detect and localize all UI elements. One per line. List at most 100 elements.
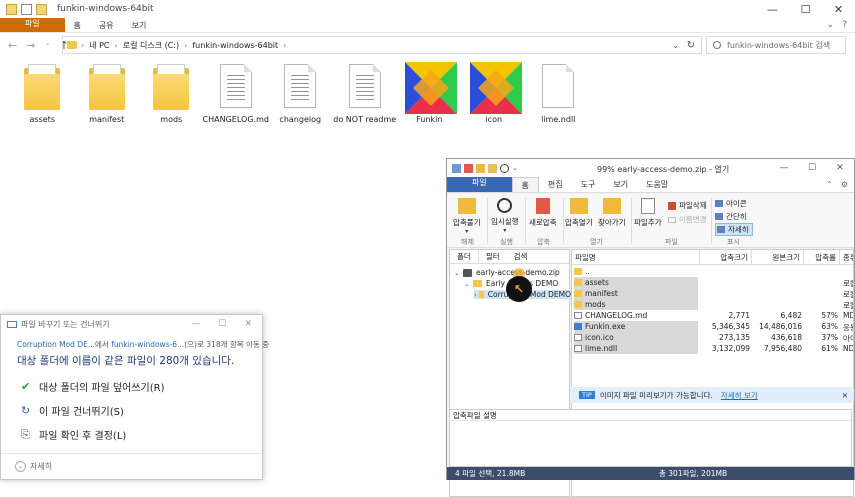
maximize-button[interactable]: ☐ — [789, 0, 822, 18]
file-item[interactable]: manifest — [75, 60, 140, 124]
breadcrumb-current-folder[interactable]: funkin-windows-64bit — [192, 41, 278, 50]
column-header-type[interactable]: 종류 — [840, 250, 853, 264]
delete-file-button[interactable]: 파일삭제 — [668, 200, 707, 211]
file-name: mods — [585, 300, 606, 309]
button-label: 임시실행 — [491, 217, 519, 226]
recent-dropdown-icon[interactable]: ⌄ — [44, 39, 50, 52]
file-row[interactable]: CHANGELOG.md — [574, 310, 698, 321]
minimize-button[interactable]: — — [191, 319, 200, 329]
close-button[interactable]: ✕ — [822, 0, 855, 18]
more-details-button[interactable]: ⌄ 자세히 — [15, 461, 52, 472]
close-button[interactable]: ✕ — [244, 319, 252, 329]
column-header-size[interactable]: 원본크기 — [752, 250, 804, 264]
new-folder-icon[interactable] — [36, 3, 47, 15]
column-header-name[interactable]: 파일명 — [572, 250, 700, 264]
decide-each-file-option[interactable]: ⎘ 파일 확인 후 결정(L) — [21, 427, 126, 443]
file-label: icon — [485, 115, 503, 124]
address-bar[interactable]: › 내 PC › 로컬 디스크 (C:) › funkin-windows-64… — [62, 36, 702, 54]
file-row[interactable]: manifest — [574, 288, 698, 299]
view-details-option[interactable]: 자세히 — [715, 223, 753, 236]
address-dropdown-icon[interactable]: ⌄ — [672, 41, 679, 50]
file-item[interactable]: changelog — [268, 60, 333, 124]
details-icon — [717, 226, 725, 233]
tab-folder[interactable]: 폴더 — [450, 250, 479, 263]
file-item[interactable]: mods — [139, 60, 204, 124]
file-row[interactable]: assets — [574, 277, 698, 288]
destination-folder-link[interactable]: funkin-windows-6... — [111, 340, 184, 349]
chevron-down-icon[interactable]: ⌄ — [512, 164, 521, 173]
extract-icon[interactable] — [488, 163, 497, 173]
properties-icon[interactable] — [21, 3, 32, 15]
tab-file[interactable]: 파일 — [447, 177, 512, 192]
tab-share[interactable]: 공유 — [90, 18, 123, 32]
back-arrow-icon[interactable]: ← — [8, 39, 17, 52]
close-button[interactable]: ✕ — [826, 159, 854, 177]
file-item[interactable]: assets — [10, 60, 75, 124]
chevron-up-icon[interactable]: ⌃ — [826, 180, 833, 189]
tab-file[interactable]: 파일 — [0, 18, 65, 32]
tab-home[interactable]: 홈 — [65, 18, 90, 32]
forward-arrow-icon[interactable]: → — [26, 39, 35, 52]
minimize-button[interactable]: — — [756, 0, 789, 18]
breadcrumb-this-pc[interactable]: 내 PC — [89, 40, 109, 51]
rename-button[interactable]: 이름변경 — [668, 214, 707, 225]
refresh-icon[interactable]: ↻ — [687, 40, 695, 51]
add-file-button[interactable]: 파일추가 — [634, 198, 662, 228]
source-folder-link[interactable]: Corruption Mod DE... — [17, 340, 95, 349]
breadcrumb-local-disk[interactable]: 로컬 디스크 (C:) — [123, 40, 179, 51]
run-icon[interactable] — [500, 163, 509, 173]
status-selection: 4 파일 선택, 21.8MB — [455, 469, 526, 478]
file-row[interactable]: .. — [574, 266, 698, 277]
minimize-button[interactable]: — — [770, 159, 798, 177]
tab-view[interactable]: 보기 — [123, 18, 156, 32]
maximize-button[interactable]: ☐ — [798, 159, 826, 177]
file-row[interactable]: lime.ndll — [574, 343, 698, 354]
new-archive-icon[interactable] — [464, 163, 473, 173]
help-icon[interactable]: ? — [842, 20, 847, 30]
explorer-title-bar: funkin-windows-64bit — ☐ ✕ — [0, 0, 855, 18]
file-item[interactable]: lime.ndll — [526, 60, 591, 124]
temp-run-button[interactable]: 임시실행 ▾ — [491, 198, 519, 234]
file-row[interactable]: Funkin.exe — [574, 321, 698, 332]
tip-text: 이미지 파일 미리보기가 가능합니다. — [599, 390, 713, 400]
column-header-packed[interactable]: 압축크기 — [700, 250, 752, 264]
new-archive-button[interactable]: 새로압축 — [529, 198, 557, 228]
skip-files-option[interactable]: ↻ 이 파일 건너뛰기(S) — [21, 403, 124, 418]
tab-tools[interactable]: 도구 — [572, 177, 605, 192]
tab-help[interactable]: 도움말 — [637, 177, 677, 192]
view-icons-option[interactable]: 아이콘 — [715, 198, 747, 209]
open-archive-button[interactable]: 압축열기 — [565, 198, 593, 228]
maximize-button[interactable]: ☐ — [218, 319, 226, 329]
tab-view[interactable]: 보기 — [604, 177, 637, 192]
cell-packed: 273,135 — [718, 333, 750, 342]
details-label: 자세히 — [30, 462, 53, 471]
replace-files-option[interactable]: ✔ 대상 폴더의 파일 덮어쓰기(R) — [21, 379, 165, 394]
extract-button[interactable]: 압축풀기 ▾ — [453, 198, 481, 235]
tab-search[interactable]: 검색 — [507, 250, 535, 263]
close-tip-icon[interactable]: ✕ — [842, 391, 848, 400]
tab-home[interactable]: 홈 — [511, 177, 539, 192]
file-item[interactable]: do NOT readme — [333, 60, 398, 124]
file-row[interactable]: icon.ico — [574, 332, 698, 343]
replace-or-skip-dialog: 파일 바꾸기 또는 건너뛰기 — ☐ ✕ Corruption Mod DE..… — [0, 314, 269, 480]
file-row[interactable]: mods — [574, 299, 698, 310]
folder-icon — [18, 60, 66, 112]
settings-icon[interactable]: ⚙ — [841, 180, 848, 189]
search-input[interactable]: funkin-windows-64bit 검색 — [706, 36, 846, 54]
view-simple-option[interactable]: 간단히 — [715, 211, 747, 222]
chevron-down-icon[interactable]: ⌄ — [827, 20, 835, 30]
go-to-button[interactable]: 찾아가기 — [598, 198, 626, 228]
folder-icon — [574, 301, 582, 308]
file-item[interactable]: Funkin — [397, 60, 462, 124]
button-label: 찾아가기 — [598, 218, 626, 227]
file-item[interactable]: icon — [462, 60, 527, 124]
tab-filter[interactable]: 필터 — [479, 250, 507, 263]
tree-item-archive[interactable]: ⌄ early-access-demo.zip — [454, 268, 560, 277]
option-label: 대상 폴더의 파일 덮어쓰기(R) — [39, 383, 165, 394]
open-archive-icon[interactable] — [476, 163, 485, 173]
tip-details-link[interactable]: 자세히 보기 — [721, 390, 758, 401]
tab-edit[interactable]: 편집 — [539, 177, 572, 192]
folder-icon — [478, 291, 484, 298]
file-item[interactable]: CHANGELOG.md — [203, 60, 269, 124]
column-header-ratio[interactable]: 압축률 — [804, 250, 840, 264]
